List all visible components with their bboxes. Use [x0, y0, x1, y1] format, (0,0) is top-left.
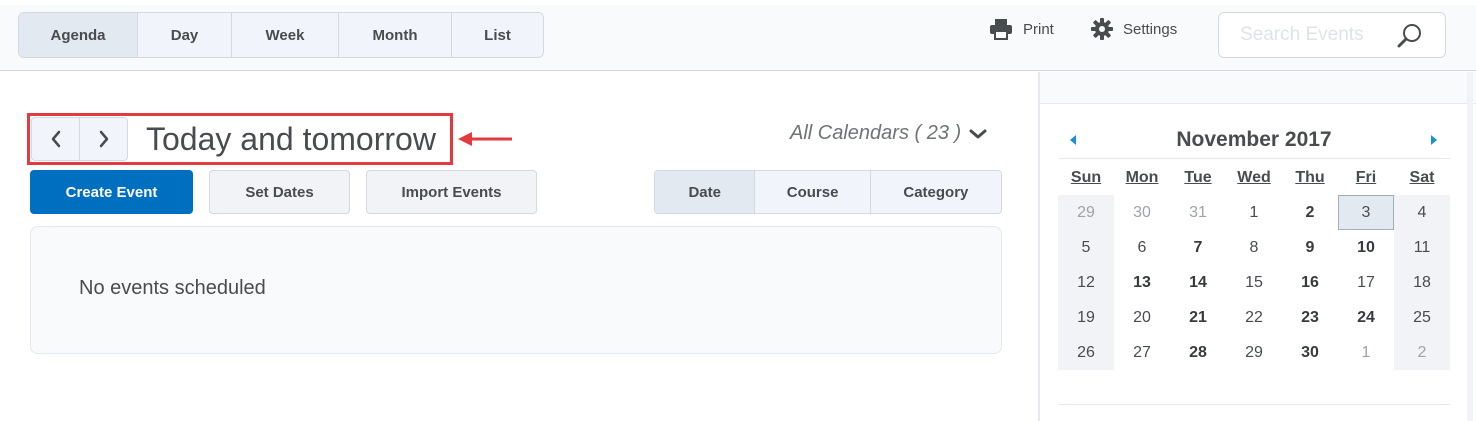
calendar-day[interactable]: 30	[1282, 335, 1338, 370]
tab-month[interactable]: Month	[339, 13, 452, 57]
dow-thu: Thu	[1295, 168, 1325, 186]
calendar-day[interactable]: 19	[1058, 300, 1114, 335]
calendar-day[interactable]: 11	[1394, 230, 1450, 265]
calendar-day[interactable]: 30	[1114, 195, 1170, 230]
tab-list[interactable]: List	[452, 13, 543, 57]
view-tabs: Agenda Day Week Month List	[18, 12, 544, 58]
dow-sat: Sat	[1409, 168, 1435, 186]
side-scrollbar[interactable]	[1467, 72, 1473, 421]
dow-sun: Sun	[1070, 168, 1102, 186]
calendar-day[interactable]: 16	[1282, 265, 1338, 300]
calendar-day[interactable]: 2	[1394, 335, 1450, 370]
search-input[interactable]	[1240, 24, 1405, 46]
calendar-day[interactable]: 6	[1114, 230, 1170, 265]
import-events-button[interactable]: Import Events	[366, 170, 537, 214]
next-month-icon[interactable]	[1429, 134, 1439, 146]
print-button[interactable]: Print	[989, 16, 1054, 42]
month-label: November 2017	[1176, 128, 1332, 151]
gear-icon	[1091, 18, 1113, 40]
calendar-day[interactable]: 21	[1170, 300, 1226, 335]
calendar-day[interactable]: 20	[1114, 300, 1170, 335]
empty-state-message: No events scheduled	[79, 277, 266, 299]
calendar-day-today[interactable]: 3	[1338, 195, 1394, 230]
settings-label: Settings	[1123, 20, 1178, 38]
next-button[interactable]	[80, 118, 127, 160]
printer-icon	[990, 19, 1012, 40]
calendar-day[interactable]: 24	[1338, 300, 1394, 335]
page-title: Today and tomorrow	[146, 121, 436, 157]
create-event-button[interactable]: Create Event	[30, 170, 193, 214]
tab-day[interactable]: Day	[138, 13, 232, 57]
date-nav-buttons	[31, 117, 128, 161]
calendar-day[interactable]: 18	[1394, 265, 1450, 300]
calendar-day[interactable]: 27	[1114, 335, 1170, 370]
tab-category[interactable]: Category	[871, 171, 1001, 213]
calendar-day[interactable]: 23	[1282, 300, 1338, 335]
calendar-day[interactable]: 4	[1394, 195, 1450, 230]
chevron-left-icon	[51, 130, 60, 148]
annotation-arrow-icon	[458, 132, 512, 146]
calendar-day[interactable]: 1	[1226, 195, 1282, 230]
tab-week[interactable]: Week	[232, 13, 339, 57]
calendar-day[interactable]: 7	[1170, 230, 1226, 265]
calendar-day[interactable]: 28	[1170, 335, 1226, 370]
calendar-filter-dropdown[interactable]: All Calendars ( 23 )	[790, 122, 987, 145]
dow-wed: Wed	[1237, 168, 1271, 186]
magnifier-icon[interactable]	[1397, 23, 1423, 49]
top-toolbar: Agenda Day Week Month List Print Setting…	[0, 0, 1476, 71]
settings-button[interactable]: Settings	[1091, 16, 1177, 42]
calendar-day[interactable]: 29	[1226, 335, 1282, 370]
calendar-filter-label: All Calendars ( 23 )	[790, 122, 962, 144]
calendar-day[interactable]: 15	[1226, 265, 1282, 300]
chevron-down-icon	[969, 129, 987, 138]
calendar-day[interactable]: 14	[1170, 265, 1226, 300]
calendar-day[interactable]: 1	[1338, 335, 1394, 370]
calendar-day[interactable]: 29	[1058, 195, 1114, 230]
calendar-day[interactable]: 17	[1338, 265, 1394, 300]
search-box	[1218, 12, 1446, 58]
side-panel-header	[1040, 72, 1476, 104]
tab-agenda[interactable]: Agenda	[19, 13, 138, 57]
group-by-tabs: Date Course Category	[654, 170, 1002, 214]
calendar-bottom-rule	[1058, 404, 1450, 405]
calendar-day[interactable]: 9	[1282, 230, 1338, 265]
top-strip	[0, 0, 1476, 5]
calendar-divider	[1058, 158, 1450, 159]
dow-mon: Mon	[1125, 168, 1159, 186]
calendar-day[interactable]: 2	[1282, 195, 1338, 230]
previous-button[interactable]	[32, 118, 80, 160]
calendar-day[interactable]: 5	[1058, 230, 1114, 265]
print-label: Print	[1023, 20, 1054, 38]
set-dates-button[interactable]: Set Dates	[209, 170, 350, 214]
calendar-day[interactable]: 26	[1058, 335, 1114, 370]
tab-course[interactable]: Course	[755, 171, 871, 213]
mini-calendar-grid: Sun Mon Tue Wed Thu Fri Sat 29 30 31 1 2 3 4 5 6…	[1058, 160, 1450, 370]
calendar-day[interactable]: 8	[1226, 230, 1282, 265]
calendar-day[interactable]: 12	[1058, 265, 1114, 300]
dow-fri: Fri	[1355, 168, 1377, 186]
mini-calendar-header: November 2017	[1058, 126, 1450, 154]
calendar-day[interactable]: 13	[1114, 265, 1170, 300]
calendar-day[interactable]: 31	[1170, 195, 1226, 230]
calendar-day[interactable]: 25	[1394, 300, 1450, 335]
events-list: No events scheduled	[30, 226, 1002, 354]
calendar-day[interactable]: 10	[1338, 230, 1394, 265]
chevron-right-icon	[99, 130, 108, 148]
dow-tue: Tue	[1184, 168, 1212, 186]
tab-date[interactable]: Date	[655, 171, 756, 213]
calendar-day[interactable]: 22	[1226, 300, 1282, 335]
